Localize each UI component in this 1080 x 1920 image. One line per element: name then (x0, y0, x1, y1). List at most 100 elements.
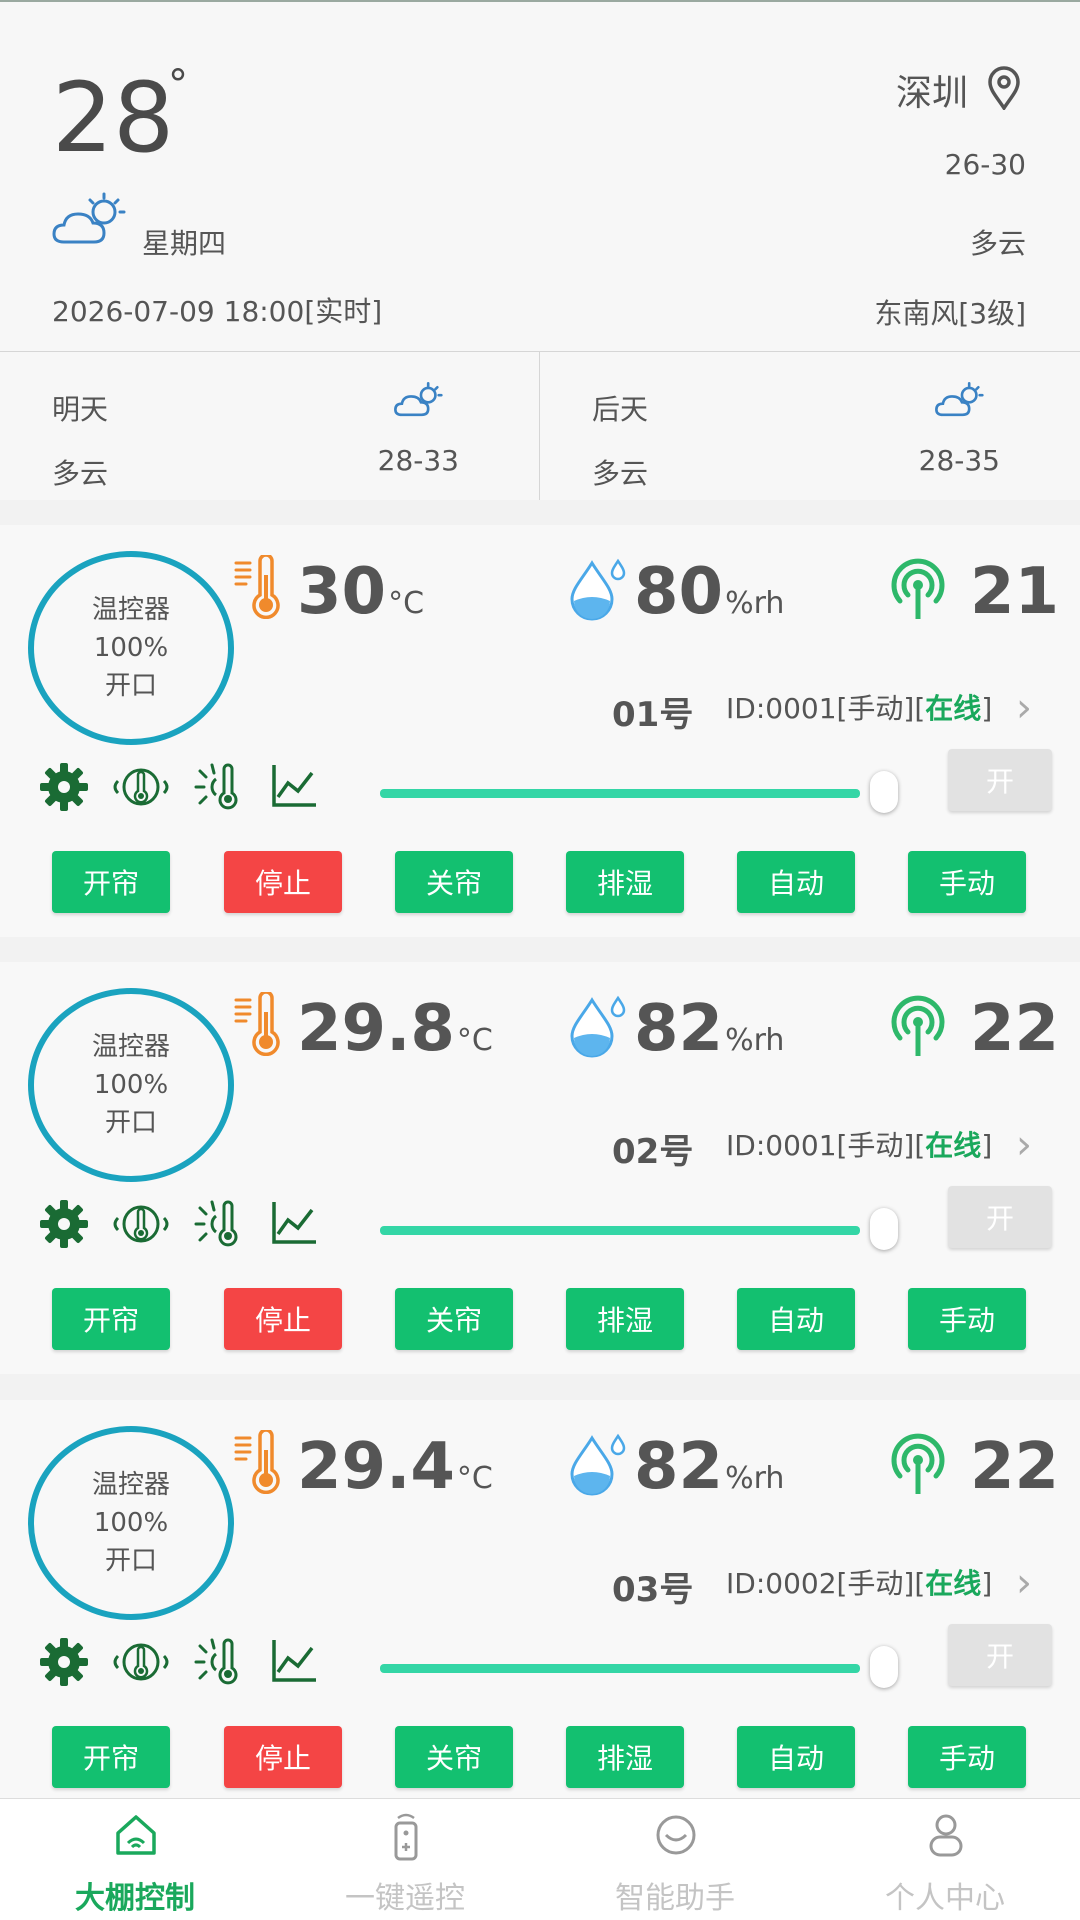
chevron-right-icon[interactable]: › (1016, 685, 1032, 731)
manual-mode-button[interactable]: 手动 (908, 1288, 1026, 1350)
gear-icon[interactable] (38, 1636, 90, 1688)
device-card: 温控器 100% 开口 29.4°C 82%rh 22 03号 ID:0002[ (0, 1400, 1080, 1812)
chevron-right-icon[interactable]: › (1016, 1560, 1032, 1606)
device-id-status[interactable]: ID:0002[手动][在线] (726, 1562, 992, 1602)
humidity-number: 82 (634, 992, 724, 1066)
sun-thermometer-icon[interactable] (194, 1636, 242, 1688)
close-curtain-button[interactable]: 关帘 (395, 851, 513, 913)
open-curtain-button[interactable]: 开帘 (52, 1726, 170, 1788)
chevron-right-icon[interactable]: › (1016, 1122, 1032, 1168)
temperature-unit: °C (388, 586, 425, 621)
tab-greenhouse-control[interactable]: 大棚控制 (0, 1799, 270, 1920)
online-status: 在线 (925, 692, 982, 725)
manual-mode-button[interactable]: 手动 (908, 851, 1026, 913)
temperature-sensor-icon[interactable] (110, 761, 172, 813)
stop-button[interactable]: 停止 (224, 1726, 342, 1788)
forecast-day-label: 明天 (52, 393, 109, 426)
chart-trend-icon[interactable] (270, 1636, 318, 1684)
partly-cloudy-icon (935, 382, 984, 417)
weekday: 星期四 (142, 227, 227, 260)
opening-slider-track[interactable] (380, 1664, 860, 1673)
temperature-sensor-icon[interactable] (110, 1198, 172, 1250)
humidity-unit: %rh (725, 1461, 785, 1496)
tab-label: 大棚控制 (75, 1881, 195, 1916)
ring-line: 温控器 (91, 1032, 170, 1062)
open-curtain-button[interactable]: 开帘 (52, 1288, 170, 1350)
ring-line: 100% (93, 1508, 169, 1538)
power-on-button[interactable]: 开 (948, 1186, 1052, 1248)
weather-panel: 28 ° 星期四 2026-07-09 18:00[实时] 深圳 26-30 多… (0, 0, 1080, 352)
humidity-unit: %rh (725, 586, 785, 621)
temperature-unit: °C (456, 1023, 493, 1058)
dehumidify-button[interactable]: 排湿 (566, 851, 684, 913)
remote-control-icon (394, 1813, 418, 1861)
device-card: 温控器 100% 开口 30°C 80%rh 21 01号 ID:0001[手动 (0, 525, 1080, 937)
power-on-button[interactable]: 开 (948, 749, 1052, 811)
control-button-row: 开帘 停止 关帘 排湿 自动 手动 (52, 1288, 1028, 1352)
control-button-row: 开帘 停止 关帘 排湿 自动 手动 (52, 1726, 1028, 1790)
opening-slider-handle[interactable] (870, 1646, 898, 1688)
opening-slider-track[interactable] (380, 789, 860, 798)
ring-line: 开口 (104, 671, 157, 701)
device-number: 03号 (612, 1570, 694, 1610)
app-root: 28 ° 星期四 2026-07-09 18:00[实时] 深圳 26-30 多… (0, 0, 1080, 1920)
thermometer-icon (234, 1430, 280, 1494)
tab-smart-assistant[interactable]: 智能助手 (540, 1799, 810, 1920)
sun-thermometer-icon[interactable] (194, 761, 242, 813)
humidity-value: 82%rh (634, 1430, 784, 1504)
temperature-unit: °C (456, 1461, 493, 1496)
controller-status-ring[interactable]: 温控器 100% 开口 (28, 988, 234, 1182)
humidity-number: 82 (634, 1430, 724, 1504)
manual-mode-button[interactable]: 手动 (908, 1726, 1026, 1788)
device-id-text: ID:0001[手动][ (726, 1129, 926, 1162)
chart-trend-icon[interactable] (270, 1198, 318, 1246)
ring-line: 100% (93, 1070, 169, 1100)
partly-cloudy-icon (394, 382, 443, 417)
dehumidify-button[interactable]: 排湿 (566, 1726, 684, 1788)
temperature-sensor-icon[interactable] (110, 1636, 172, 1688)
tab-personal-center[interactable]: 个人中心 (810, 1799, 1080, 1920)
device-number: 02号 (612, 1132, 694, 1172)
bottom-tab-bar: 大棚控制 一键遥控 智能助手 个人中心 (0, 1798, 1080, 1920)
gear-icon[interactable] (38, 761, 90, 813)
temperature-value: 30°C (297, 555, 424, 629)
auto-mode-button[interactable]: 自动 (737, 1288, 855, 1350)
controller-status-ring[interactable]: 温控器 100% 开口 (28, 1426, 234, 1620)
ring-line: 温控器 (91, 1470, 170, 1500)
auto-mode-button[interactable]: 自动 (737, 1726, 855, 1788)
location-pin-icon[interactable] (986, 66, 1022, 110)
today-temp-range: 26-30 (944, 148, 1026, 181)
humidity-drop-icon (570, 558, 626, 621)
city-name[interactable]: 深圳 (896, 64, 968, 116)
dehumidify-button[interactable]: 排湿 (566, 1288, 684, 1350)
forecast-day-after: 后天 多云 28-35 (540, 352, 1080, 500)
forecast-temp-range: 28-35 (918, 444, 1000, 477)
close-curtain-button[interactable]: 关帘 (395, 1288, 513, 1350)
opening-slider-handle[interactable] (870, 771, 898, 813)
humidity-value: 82%rh (634, 992, 784, 1066)
stop-button[interactable]: 停止 (224, 851, 342, 913)
stop-button[interactable]: 停止 (224, 1288, 342, 1350)
sun-thermometer-icon[interactable] (194, 1198, 242, 1250)
ring-line: 温控器 (91, 595, 170, 625)
opening-slider-handle[interactable] (870, 1208, 898, 1250)
device-id-status[interactable]: ID:0001[手动][在线] (726, 1124, 992, 1164)
forecast-condition: 多云 (592, 457, 649, 490)
auto-mode-button[interactable]: 自动 (737, 851, 855, 913)
today-condition: 多云 (969, 227, 1026, 260)
open-curtain-button[interactable]: 开帘 (52, 851, 170, 913)
controller-status-ring[interactable]: 温控器 100% 开口 (28, 551, 234, 745)
chart-trend-icon[interactable] (270, 761, 318, 809)
gear-icon[interactable] (38, 1198, 90, 1250)
humidity-drop-icon (570, 1433, 626, 1496)
device-id-bracket: ] (981, 1567, 993, 1600)
ring-line: 100% (93, 633, 169, 663)
close-curtain-button[interactable]: 关帘 (395, 1726, 513, 1788)
device-id-status[interactable]: ID:0001[手动][在线] (726, 687, 992, 727)
opening-slider-track[interactable] (380, 1226, 860, 1235)
signal-value: 22 (970, 992, 1060, 1066)
forecast-temp-range: 28-33 (377, 444, 459, 477)
tab-remote-control[interactable]: 一键遥控 (270, 1799, 540, 1920)
power-on-button[interactable]: 开 (948, 1624, 1052, 1686)
humidity-drop-icon (570, 995, 626, 1058)
